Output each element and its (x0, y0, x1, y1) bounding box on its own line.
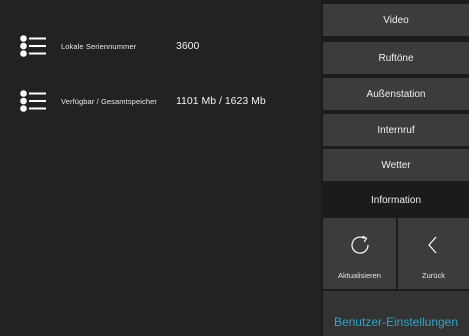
back-label: Zurück (422, 271, 445, 280)
refresh-label: Aktualisieren (338, 271, 381, 280)
info-row-storage: Verfügbar / Gesamtspeicher 1101 Mb / 162… (0, 88, 321, 114)
info-label: Lokale Seriennummer (61, 41, 137, 51)
list-icon (20, 35, 46, 57)
list-icon (20, 90, 46, 112)
footer-title: Benutzer-Einstellungen (333, 315, 459, 329)
footer-panel: Benutzer-Einstellungen (323, 291, 469, 336)
info-panel: Lokale Seriennummer 3600 Verfügbar / Ges… (0, 0, 321, 336)
menu-item-weather[interactable]: Wetter (323, 149, 469, 181)
refresh-button[interactable]: Aktualisieren (323, 218, 396, 289)
menu-item-intercom[interactable]: Internruf (323, 114, 469, 146)
info-label: Verfügbar / Gesamtspeicher (61, 96, 157, 106)
chevron-left-icon (428, 236, 437, 254)
info-row-serial: Lokale Seriennummer 3600 (0, 33, 321, 59)
refresh-icon (351, 235, 369, 254)
info-value: 1101 Mb / 1623 Mb (176, 95, 266, 107)
menu-item-video[interactable]: Video (323, 4, 469, 36)
settings-sidebar: Video Ruftöne Außenstation Internruf Wet… (321, 0, 469, 336)
info-value: 3600 (176, 40, 200, 52)
menu-item-ringtones[interactable]: Ruftöne (323, 42, 469, 74)
back-button[interactable]: Zurück (398, 218, 469, 289)
menu-item-information[interactable]: Information (323, 184, 469, 216)
menu-item-outdoor-station[interactable]: Außenstation (323, 78, 469, 110)
